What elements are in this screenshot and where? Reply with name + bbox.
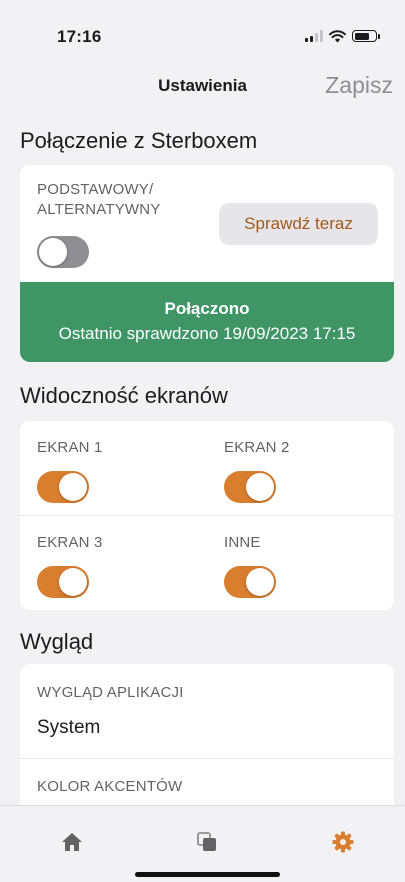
connection-card: PODSTAWOWY/ ALTERNATYWNY Sprawdź teraz P…	[20, 165, 394, 362]
status-time: 17:16	[57, 27, 102, 46]
accent-color-row[interactable]: KOLOR AKCENTÓW	[20, 759, 394, 805]
wifi-icon	[329, 29, 346, 42]
tab-bar	[0, 805, 405, 882]
gear-icon	[332, 831, 354, 853]
app-look-label: WYGLĄD APLIKACJI	[37, 684, 184, 701]
status-bar: 17:16	[0, 0, 405, 60]
screen-2-label: EKRAN 2	[224, 439, 290, 456]
section-title-screens: Widoczność ekranów	[20, 383, 228, 408]
screen-3-toggle[interactable]	[37, 566, 89, 598]
divider	[20, 515, 394, 516]
accent-label: KOLOR AKCENTÓW	[37, 778, 183, 795]
tab-settings[interactable]	[329, 828, 357, 856]
screen-2-toggle[interactable]	[224, 471, 276, 503]
mode-label: PODSTAWOWY/ ALTERNATYWNY	[37, 181, 161, 218]
other-screen-label: INNE	[224, 534, 261, 551]
screen-1-toggle[interactable]	[37, 471, 89, 503]
home-icon	[62, 833, 82, 851]
check-now-button[interactable]: Sprawdź teraz	[219, 203, 378, 245]
mode-toggle[interactable]	[37, 236, 89, 268]
battery-icon	[352, 30, 380, 42]
connection-status-banner: Połączono Ostatnio sprawdzono 19/09/2023…	[20, 282, 394, 362]
app-look-value: System	[37, 717, 101, 738]
tab-home[interactable]	[58, 828, 86, 856]
status-title: Połączono	[164, 299, 250, 318]
appearance-card: WYGLĄD APLIKACJI System KOLOR AKCENTÓW	[20, 664, 394, 805]
app-look-row[interactable]: WYGLĄD APLIKACJI System	[20, 664, 394, 758]
screen-3-label: EKRAN 3	[37, 534, 103, 551]
screen-1-label: EKRAN 1	[37, 439, 103, 456]
tab-screens[interactable]	[193, 828, 221, 856]
status-icons	[305, 28, 380, 44]
save-button[interactable]: Zapisz	[325, 72, 393, 99]
signal-icon	[305, 30, 323, 42]
section-title-connection: Połączenie z Sterboxem	[20, 128, 258, 153]
screens-card: EKRAN 1 EKRAN 2 EKRAN 3 INNE	[20, 421, 394, 610]
section-title-appearance: Wygląd	[20, 629, 94, 654]
home-indicator	[135, 872, 280, 877]
status-detail: Ostatnio sprawdzono 19/09/2023 17:15	[58, 324, 356, 343]
copy-icon	[197, 832, 216, 851]
other-screen-toggle[interactable]	[224, 566, 276, 598]
